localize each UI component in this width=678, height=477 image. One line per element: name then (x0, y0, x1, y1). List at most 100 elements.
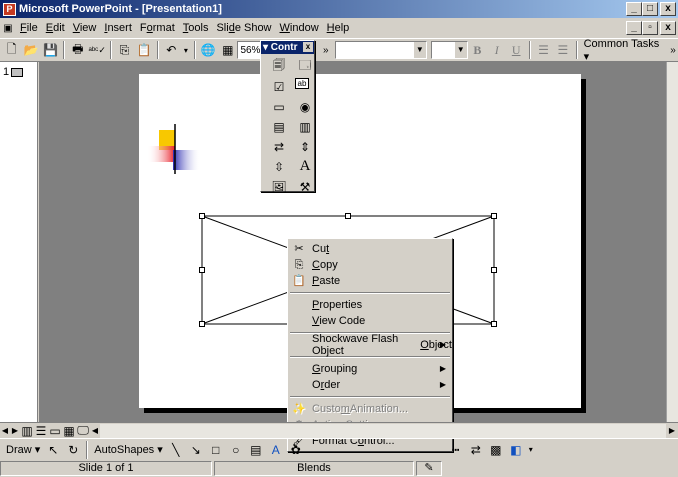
center-icon[interactable]: ☰ (553, 41, 572, 59)
resize-handle-bl[interactable] (199, 321, 205, 327)
drawbar-dropdown-icon[interactable]: ▾ (526, 441, 536, 459)
menu-edit[interactable]: Edit (42, 22, 69, 34)
menu-help[interactable]: Help (323, 22, 354, 34)
select-objects-icon[interactable]: ↖ (43, 441, 63, 459)
hscroll-left-icon[interactable]: ◀ (90, 422, 100, 440)
resize-handle-tl[interactable] (199, 213, 205, 219)
minimize-button[interactable]: _ (626, 2, 642, 16)
normal-view-icon[interactable]: ▥ (20, 422, 34, 440)
insert-table-icon[interactable]: ▦ (218, 41, 237, 59)
control-toolbox-title[interactable]: ▾ Contr x (261, 41, 314, 54)
slide-show-icon[interactable]: 🖵 (76, 422, 90, 440)
spin-button-icon[interactable]: ⇕ (295, 138, 315, 155)
autoshapes-button[interactable]: AutoShapes ▾ (91, 443, 166, 456)
doc-close-button[interactable]: x (660, 21, 676, 35)
draw-menu-button[interactable]: Draw ▾ (3, 443, 43, 456)
menu-item-paste[interactable]: 📋 Paste (288, 273, 452, 289)
menu-view[interactable]: View (69, 22, 101, 34)
resize-handle-r[interactable] (491, 267, 497, 273)
paste-toolbar-icon[interactable]: 📋 (134, 41, 153, 59)
resize-handle-tr[interactable] (491, 213, 497, 219)
arrow-style-icon[interactable]: ⇄ (466, 441, 486, 459)
powerpoint-app-icon[interactable]: P (3, 2, 16, 16)
menu-item-grouping[interactable]: Grouping ▶ (288, 361, 452, 377)
menu-item-flash-object[interactable]: Shockwave Flash Object Object ▶ (288, 333, 452, 357)
toolbar-overflow-right-icon[interactable]: » (668, 41, 678, 59)
option-button-icon[interactable]: ◉ (295, 98, 315, 115)
combobox-icon[interactable]: ▥ (295, 118, 315, 135)
listbox-icon[interactable]: ▤ (269, 118, 289, 135)
textbox-icon[interactable]: ▤ (246, 441, 266, 459)
horizontal-scroll-track[interactable] (100, 423, 666, 438)
font-size-combo[interactable]: ▼ (430, 41, 468, 59)
slide-view-icon[interactable]: ▭ (48, 422, 62, 440)
command-button-icon[interactable]: ▭ (269, 98, 289, 115)
doc-restore-button[interactable]: ▫ (642, 21, 658, 35)
doc-minimize-button[interactable]: _ (626, 21, 642, 35)
menu-item-view-code[interactable]: View Code (288, 313, 452, 329)
label-control-icon[interactable]: A (295, 158, 315, 175)
outline-pane[interactable]: 1 (0, 62, 38, 422)
document-icon[interactable]: ▣ (0, 19, 16, 37)
menu-item-copy[interactable]: ⎘ Copy (288, 257, 452, 273)
undo-dropdown-icon[interactable]: ▾ (181, 41, 191, 59)
copy-toolbar-icon[interactable]: ⎘ (115, 41, 134, 59)
shadow-icon[interactable]: ▩ (486, 441, 506, 459)
control-toolbox-close-button[interactable]: x (303, 42, 313, 52)
dash-style-icon[interactable]: ┅ (446, 441, 466, 459)
menu-tools[interactable]: Tools (179, 22, 213, 34)
hyperlink-icon[interactable]: 🌐 (199, 41, 218, 59)
hscroll-right-icon[interactable]: ▶ (666, 422, 678, 440)
menu-window[interactable]: Window (276, 22, 323, 34)
clipart-icon[interactable]: ✿ (286, 441, 306, 459)
open-icon[interactable]: 📂 (21, 41, 40, 59)
font-dropdown-icon[interactable]: ▼ (413, 42, 426, 58)
font-combo[interactable]: ▼ (334, 41, 427, 59)
vertical-scrollbar[interactable] (666, 62, 678, 422)
3d-icon[interactable]: ◧ (506, 441, 526, 459)
spelling-icon[interactable]: ᵃᵇᶜ✓ (88, 41, 107, 59)
size-dropdown-icon[interactable]: ▼ (454, 42, 467, 58)
slide-thumbnail-icon[interactable] (11, 67, 24, 77)
resize-handle-br[interactable] (491, 321, 497, 327)
textbox-control-icon[interactable]: ab (295, 78, 309, 89)
print-icon[interactable]: 🖶 (68, 41, 87, 59)
menu-item-cut[interactable]: ✂ Cu t (288, 241, 452, 257)
resize-handle-l[interactable] (199, 267, 205, 273)
toolbar-overflow-icon[interactable]: » (321, 41, 331, 59)
undo-icon[interactable]: ↶ (162, 41, 181, 59)
underline-icon[interactable]: U (506, 41, 525, 59)
spelling-status-icon[interactable]: ✎ (416, 461, 442, 476)
close-button[interactable]: x (660, 2, 676, 16)
properties-icon[interactable]: 🗐 (269, 58, 289, 75)
view-code-icon[interactable]: 🗔 (295, 58, 315, 75)
save-icon[interactable]: 💾 (41, 41, 60, 59)
control-toolbox[interactable]: ▾ Contr x 🗐 🗔 ☑ ab ▭ ◉ ▤ ▥ ⇄ ⇕ ⇳ A 🖼 ⚒ (260, 40, 315, 195)
menu-item-order[interactable]: Or der ▶ (288, 377, 452, 393)
bold-icon[interactable]: B (468, 41, 487, 59)
common-tasks-button[interactable]: Common Tasks ▾ (581, 38, 669, 63)
menu-insert[interactable]: Insert (100, 22, 136, 34)
toggle-button-icon[interactable]: ⇄ (269, 138, 289, 155)
arrow-icon[interactable]: ↘ (186, 441, 206, 459)
line-icon[interactable]: ╲ (166, 441, 186, 459)
italic-icon[interactable]: I (487, 41, 506, 59)
menu-item-properties[interactable]: Properties (288, 297, 452, 313)
scroll-left-icon[interactable]: ◀ (0, 422, 10, 440)
oval-icon[interactable]: ○ (226, 441, 246, 459)
image-control-icon[interactable]: 🖼 (269, 178, 289, 195)
more-controls-icon[interactable]: ⚒ (295, 178, 315, 195)
menu-slide-show[interactable]: Slide Show (212, 22, 275, 34)
align-left-icon[interactable]: ☰ (534, 41, 553, 59)
checkbox-control-icon[interactable]: ☑ (269, 78, 289, 95)
new-icon[interactable]: 🗋 (2, 41, 21, 59)
scroll-right-icon[interactable]: ▶ (10, 422, 20, 440)
menu-file[interactable]: File (16, 22, 42, 34)
scrollbar-control-icon[interactable]: ⇳ (269, 158, 289, 175)
free-rotate-icon[interactable]: ↻ (63, 441, 83, 459)
rectangle-icon[interactable]: □ (206, 441, 226, 459)
wordart-icon[interactable]: A (266, 441, 286, 459)
outline-view-icon[interactable]: ☰ (34, 422, 48, 440)
menu-format[interactable]: Format (136, 22, 179, 34)
maximize-button[interactable]: □ (642, 2, 658, 16)
